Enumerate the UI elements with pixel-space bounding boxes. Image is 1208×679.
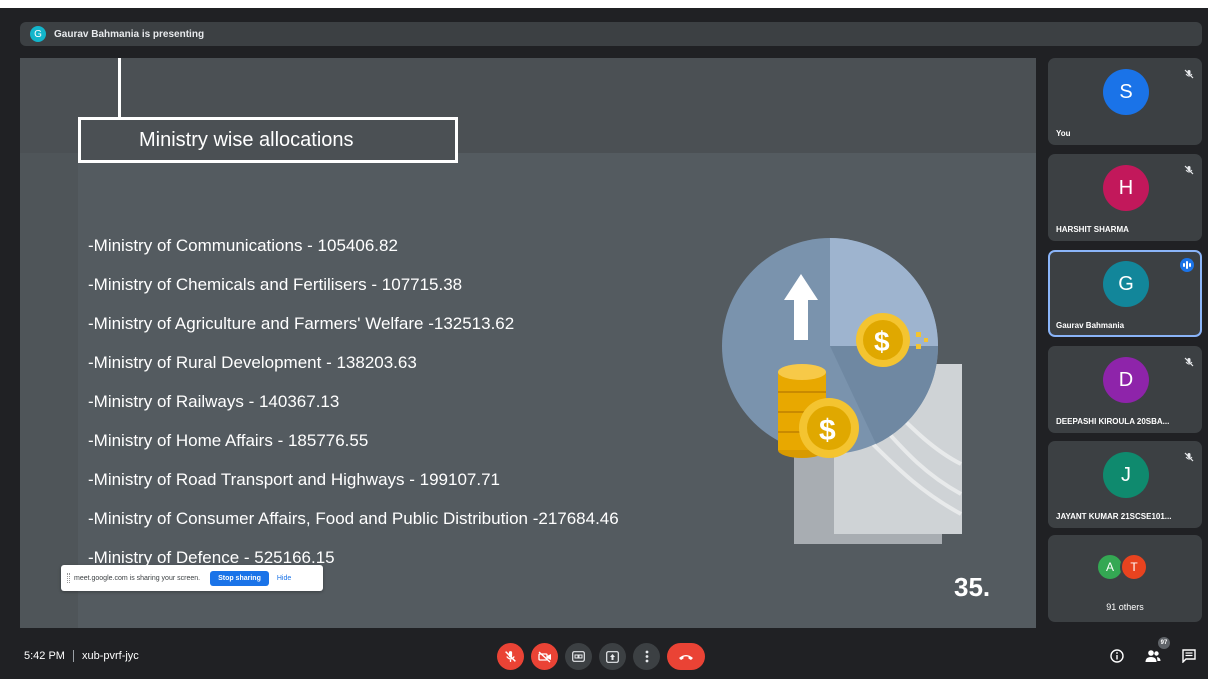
avatar: G <box>1103 261 1149 307</box>
clock-time: 5:42 PM <box>24 650 65 662</box>
info-icon <box>1110 649 1124 663</box>
svg-text:$: $ <box>874 326 890 357</box>
captions-icon <box>572 651 585 662</box>
presenting-banner: G Gaurav Bahmania is presenting <box>20 22 1202 46</box>
participant-name: JAYANT KUMAR 21SCSE101... <box>1056 512 1172 521</box>
mic-off-icon <box>1184 66 1194 84</box>
divider <box>72 650 74 662</box>
meeting-side-controls: 97 <box>1106 637 1200 667</box>
captions-button[interactable] <box>565 643 592 670</box>
presenting-text: Gaurav Bahmania is presenting <box>54 28 205 40</box>
meeting-details-button[interactable] <box>1106 645 1128 667</box>
hide-button[interactable]: Hide <box>277 575 291 582</box>
allocation-item: -Ministry of Chemicals and Fertilisers -… <box>88 275 463 294</box>
participant-tile-deepashi[interactable]: D DEEPASHI KIROULA 20SBA... <box>1048 346 1202 433</box>
leave-call-button[interactable] <box>667 643 705 670</box>
allocation-item: -Ministry of Communications - 105406.82 <box>88 236 398 255</box>
avatar: T <box>1120 553 1148 581</box>
people-icon <box>1145 650 1161 662</box>
stop-sharing-button[interactable]: Stop sharing <box>210 570 269 586</box>
allocation-item: -Ministry of Railways - 140367.13 <box>88 392 340 411</box>
participant-tile-gaurav[interactable]: G Gaurav Bahmania <box>1048 250 1202 337</box>
others-count: 91 others <box>1106 602 1144 612</box>
present-now-button[interactable] <box>599 643 626 670</box>
others-tile[interactable]: A T 91 others <box>1048 535 1202 622</box>
camera-off-icon <box>537 650 551 663</box>
allocation-item: -Ministry of Agriculture and Farmers' We… <box>88 314 515 333</box>
participant-tile-harshit[interactable]: H HARSHIT SHARMA <box>1048 154 1202 241</box>
participant-name: HARSHIT SHARMA <box>1056 225 1129 234</box>
svg-text:$: $ <box>819 414 836 447</box>
avatar: H <box>1103 165 1149 211</box>
allocation-item: -Ministry of Rural Development - 138203.… <box>88 353 417 372</box>
more-vert-icon <box>645 650 648 663</box>
people-button[interactable]: 97 <box>1142 637 1170 667</box>
people-count-badge: 97 <box>1158 637 1170 649</box>
others-avatars: A T <box>1096 553 1156 581</box>
allocation-list: -Ministry of Communications - 105406.82 -… <box>88 226 619 577</box>
presenter-avatar: G <box>30 26 46 42</box>
chat-icon <box>1182 649 1196 663</box>
mic-off-icon <box>1184 162 1194 180</box>
mic-toggle-button[interactable] <box>497 643 524 670</box>
mic-off-icon <box>505 651 516 662</box>
allocation-item: -Ministry of Consumer Affairs, Food and … <box>88 509 619 528</box>
allocation-item: -Ministry of Road Transport and Highways… <box>88 470 500 489</box>
mic-off-icon <box>1184 354 1194 372</box>
drag-handle-icon[interactable] <box>67 573 70 583</box>
slide-title: Ministry wise allocations <box>78 117 458 163</box>
share-message: meet.google.com is sharing your screen. <box>74 574 201 582</box>
slide-number: 35. <box>954 572 991 602</box>
participant-name: DEEPASHI KIROULA 20SBA... <box>1056 417 1170 426</box>
avatar: D <box>1103 357 1149 403</box>
allocation-item: -Ministry of Home Affairs - 185776.55 <box>88 431 369 450</box>
phone-hangup-icon <box>679 654 693 660</box>
present-screen-icon <box>606 650 619 663</box>
participant-tile-you[interactable]: S You <box>1048 58 1202 145</box>
avatar: S <box>1103 69 1149 115</box>
money-pie-illustration: $ $ <box>722 238 962 544</box>
call-controls <box>497 643 705 670</box>
meeting-details: 5:42 PM xub-pvrf-jyc <box>24 650 139 662</box>
participant-tile-jayant[interactable]: J JAYANT KUMAR 21SCSE101... <box>1048 441 1202 528</box>
meet-window: G Gaurav Bahmania is presenting Ministry… <box>0 8 1208 679</box>
screen-share-notification: meet.google.com is sharing your screen. … <box>61 565 323 591</box>
participant-name: You <box>1056 129 1071 138</box>
shared-screen: Ministry wise allocations -Ministry of C… <box>20 58 1036 628</box>
participant-name: Gaurav Bahmania <box>1056 321 1125 330</box>
camera-toggle-button[interactable] <box>531 643 558 670</box>
avatar: J <box>1103 452 1149 498</box>
meeting-code: xub-pvrf-jyc <box>81 650 139 662</box>
speaking-indicator-icon <box>1180 258 1194 272</box>
slide-vertical-line <box>118 58 121 118</box>
mic-off-icon <box>1184 449 1194 467</box>
bottom-toolbar: 5:42 PM xub-pvrf-jyc 97 <box>0 637 1208 679</box>
more-options-button[interactable] <box>633 643 660 670</box>
chat-button[interactable] <box>1178 645 1200 667</box>
